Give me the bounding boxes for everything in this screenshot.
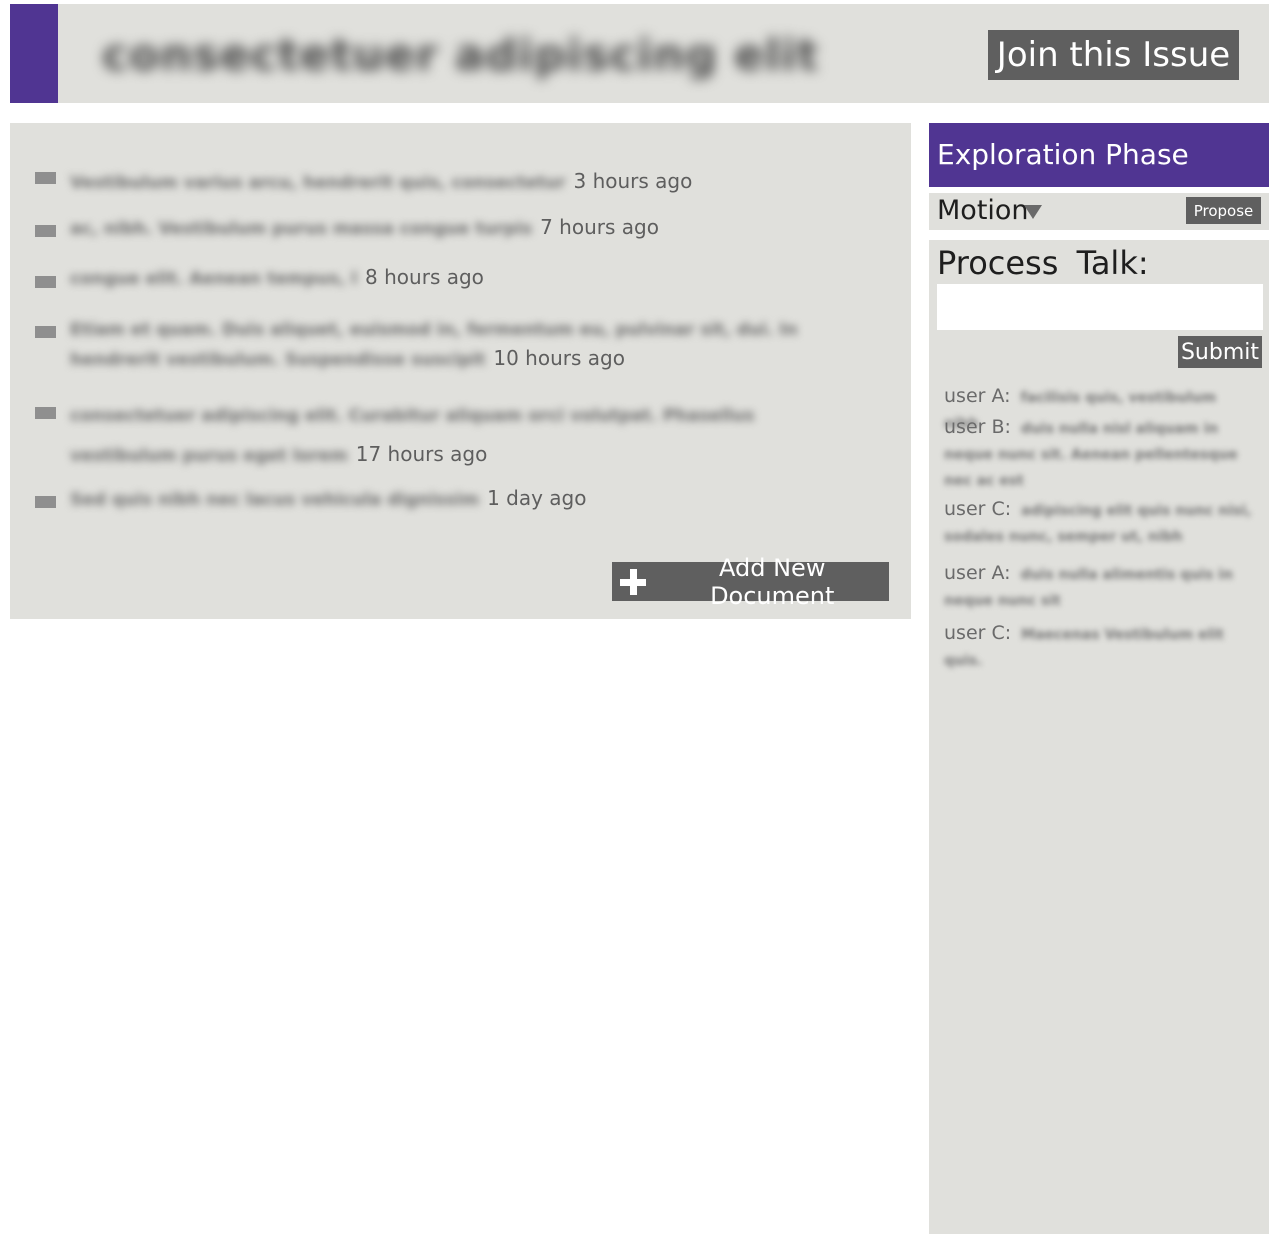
chat-message: user C: adipiscing elit quis nunc nisi, s… [944,497,1254,549]
header-accent-bar [10,4,58,103]
join-issue-button[interactable]: Join this Issue [988,30,1239,80]
chat-user: user A: [944,385,1011,407]
chat-user: user C: [944,498,1012,520]
motion-dropdown-label[interactable]: Motion [937,195,1029,226]
document-title[interactable]: Vestibulum varius arcu, hendrerit quis, … [70,173,566,193]
document-icon [35,496,56,508]
document-time: 17 hours ago [355,442,488,466]
process-talk-input[interactable] [937,284,1263,330]
process-talk-panel: Process Talk: Submit user A: facilisis qu… [929,240,1269,1234]
chat-user: user B: [944,416,1011,438]
document-title[interactable]: ac, nibh. Vestibulum purus massa congue … [70,219,532,239]
phase-title: Exploration Phase [937,138,1189,171]
document-title[interactable]: Sed quis nibh nec lacus vehicula digniss… [70,490,479,510]
document-time: 8 hours ago [365,265,484,289]
document-time: 1 day ago [487,486,587,510]
chat-user: user A: [944,562,1011,584]
chat-message: user A: duis nulla alimentis quis in nequ… [944,561,1254,613]
document-title[interactable]: congue elit. Aenean tempus, l [70,269,357,289]
document-icon [35,407,56,419]
chat-message: user B: duis nulla nisl aliquam in neque … [944,415,1254,493]
documents-panel: Vestibulum varius arcu, hendrerit quis, … [10,123,911,619]
triangle-down-icon[interactable] [1024,205,1042,219]
add-new-document-button[interactable]: Add New Document [612,554,889,610]
motion-bar: Motion Propose [929,193,1269,230]
document-title[interactable]: Etiam et quam. Duis aliquet, euismod in,… [70,320,798,370]
issue-header: consectetuer adipiscing elit Join this I… [10,4,1269,103]
add-new-document-label: Add New Document [710,553,835,610]
submit-button[interactable]: Submit [1178,336,1262,368]
document-icon [35,326,56,338]
process-talk-title: Process Talk: [937,244,1149,282]
chat-message: user C: Maecenas Vestibulum elit quis. [944,621,1254,673]
document-time: 7 hours ago [540,215,659,239]
propose-button[interactable]: Propose [1186,197,1261,224]
document-time: 10 hours ago [493,346,625,370]
document-icon [35,225,56,237]
document-icon [35,276,56,288]
phase-header: Exploration Phase [929,123,1269,187]
document-icon [35,172,56,184]
document-time: 3 hours ago [573,169,693,193]
plus-icon [620,568,647,595]
chat-user: user C: [944,622,1012,644]
issue-title: consectetuer adipiscing elit [102,30,820,81]
